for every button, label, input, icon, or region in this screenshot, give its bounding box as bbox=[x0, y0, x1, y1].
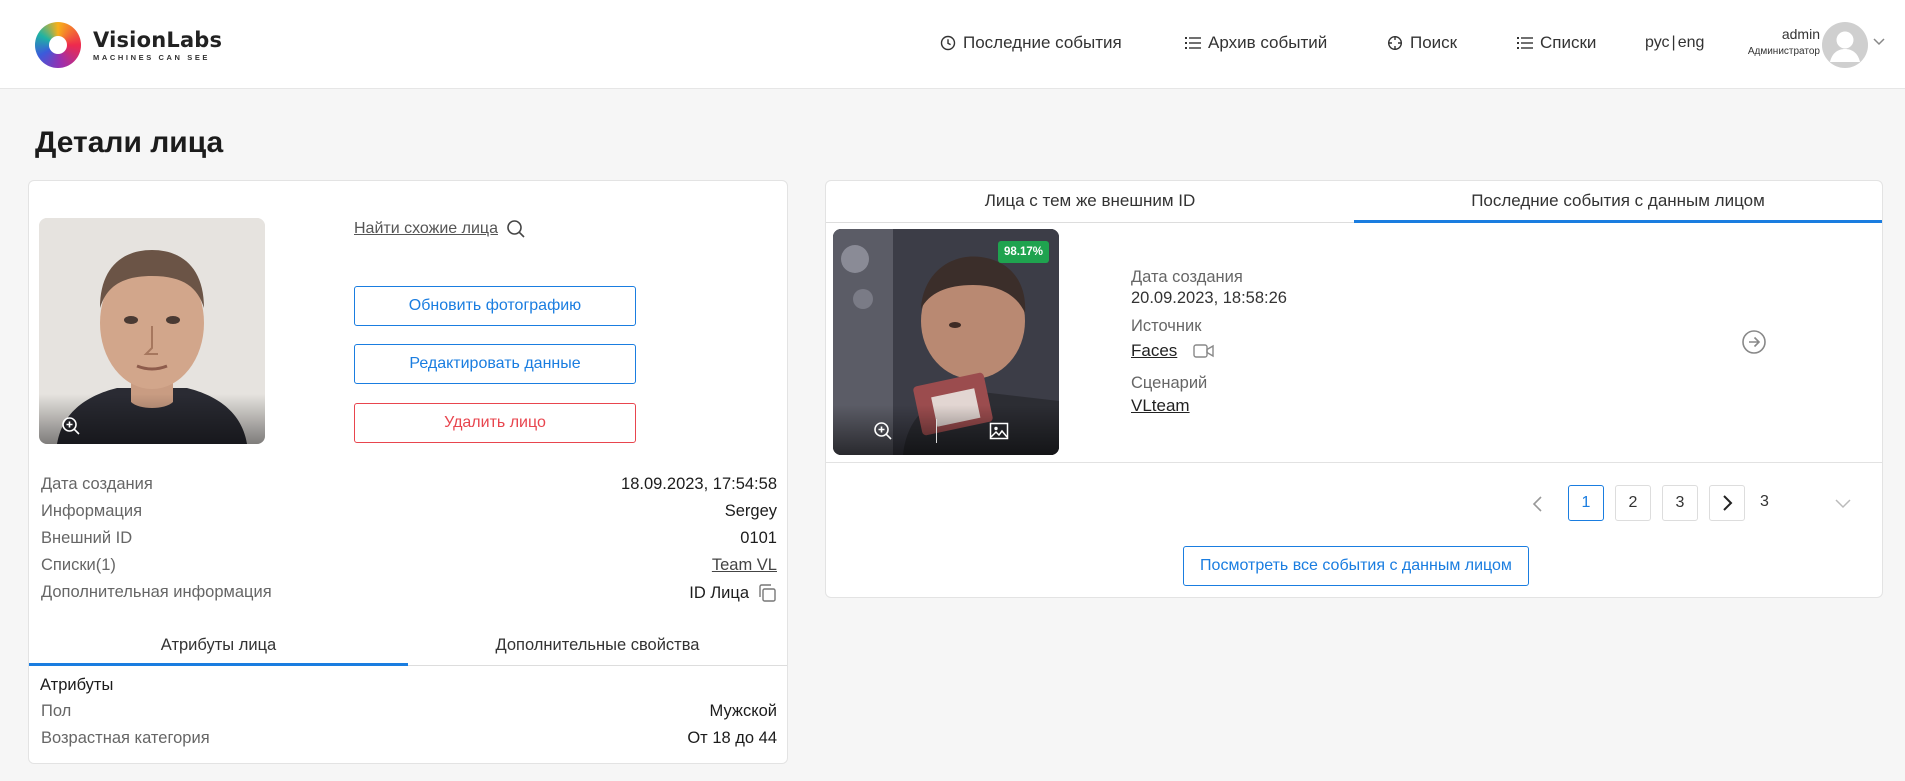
zoom-in-icon[interactable] bbox=[61, 416, 81, 436]
divider bbox=[826, 462, 1882, 463]
language-switch: рус | eng bbox=[1645, 34, 1705, 51]
user-info: admin Администратор bbox=[1740, 26, 1820, 57]
chevron-left-icon[interactable] bbox=[1532, 496, 1544, 512]
nav-search[interactable]: Поиск bbox=[1387, 33, 1457, 53]
lang-en[interactable]: eng bbox=[1678, 34, 1705, 51]
event-scenario: Сценарий VLteam bbox=[1131, 374, 1207, 416]
info-row-additional: Дополнительная информация ID Лица bbox=[41, 583, 777, 603]
info-value: ID Лица bbox=[689, 583, 749, 602]
image-icon[interactable] bbox=[989, 421, 1009, 441]
chevron-down-icon[interactable] bbox=[1835, 499, 1851, 509]
face-photo[interactable] bbox=[39, 218, 265, 444]
find-similar-label: Найти схожие лица bbox=[354, 220, 498, 237]
search-icon bbox=[507, 220, 525, 238]
user-role: Администратор bbox=[1747, 46, 1820, 57]
chevron-down-icon[interactable] bbox=[1873, 38, 1885, 46]
pagination: 1 2 3 3 bbox=[826, 485, 1882, 525]
chevron-right-icon bbox=[1723, 495, 1733, 511]
face-details-card: Найти схожие лица Обновить фотографию Ре… bbox=[28, 180, 788, 764]
info-value: 18.09.2023, 17:54:58 bbox=[621, 475, 777, 493]
info-label: Дополнительная информация bbox=[41, 583, 272, 601]
crosshair-icon bbox=[1387, 35, 1403, 51]
update-photo-button[interactable]: Обновить фотографию bbox=[354, 286, 636, 326]
find-similar-link[interactable]: Найти схожие лица bbox=[354, 219, 526, 239]
attr-row-gender: Пол Мужской bbox=[41, 702, 777, 721]
lang-ru[interactable]: рус bbox=[1645, 34, 1670, 51]
next-page-button[interactable] bbox=[1709, 485, 1745, 521]
page-button-2[interactable]: 2 bbox=[1615, 485, 1651, 521]
brand-logo-icon bbox=[35, 22, 81, 68]
nav-lists-label: Списки bbox=[1540, 33, 1597, 52]
tab-face-attributes[interactable]: Атрибуты лица bbox=[29, 626, 408, 666]
info-label: Внешний ID bbox=[41, 529, 133, 547]
attributes-title: Атрибуты bbox=[40, 676, 114, 694]
user-name: admin bbox=[1781, 26, 1820, 42]
events-card: Лица с тем же внешним ID Последние событ… bbox=[825, 180, 1883, 598]
info-value: 0101 bbox=[740, 529, 777, 547]
info-value: Sergey bbox=[724, 502, 777, 520]
attr-label: Пол bbox=[41, 702, 72, 720]
event-source: Источник Faces bbox=[1131, 317, 1215, 361]
brand-name: VisionLabs bbox=[93, 27, 223, 52]
nav-lists[interactable]: Списки bbox=[1517, 33, 1596, 53]
event-created-value: 20.09.2023, 18:58:26 bbox=[1131, 289, 1287, 307]
info-row-lists: Списки(1) Team VL bbox=[41, 556, 777, 575]
avatar[interactable] bbox=[1822, 22, 1868, 68]
clock-icon bbox=[940, 35, 956, 51]
attr-value: Мужской bbox=[709, 702, 777, 720]
nav-search-label: Поиск bbox=[1410, 33, 1458, 52]
events-tabs: Лица с тем же внешним ID Последние событ… bbox=[826, 181, 1882, 223]
score-badge: 98.17% bbox=[997, 241, 1049, 263]
event-created-label: Дата создания bbox=[1131, 268, 1243, 286]
tab-additional-properties[interactable]: Дополнительные свойства bbox=[408, 626, 787, 665]
copy-icon[interactable] bbox=[757, 583, 777, 603]
brand-tagline: MACHINES CAN SEE bbox=[93, 52, 211, 62]
view-all-events-button[interactable]: Посмотреть все события с данным лицом bbox=[1183, 546, 1529, 586]
total-pages: 3 bbox=[1760, 493, 1769, 510]
video-camera-icon bbox=[1193, 344, 1214, 358]
attr-row-age: Возрастная категория От 18 до 44 bbox=[41, 729, 777, 748]
page-title: Детали лица bbox=[35, 126, 224, 159]
page-button-3[interactable]: 3 bbox=[1662, 485, 1698, 521]
nav-events-archive-label: Архив событий bbox=[1208, 33, 1328, 52]
tab-recent-events[interactable]: Последние события с данным лицом bbox=[1354, 181, 1882, 223]
info-row-information: Информация Sergey bbox=[41, 502, 777, 521]
event-photo[interactable]: 98.17% bbox=[833, 229, 1059, 455]
info-row-created: Дата создания 18.09.2023, 17:54:58 bbox=[41, 475, 777, 494]
nav-recent-events[interactable]: Последние события bbox=[940, 33, 1122, 53]
attr-label: Возрастная категория bbox=[41, 729, 210, 747]
face-tabs: Атрибуты лица Дополнительные свойства bbox=[29, 626, 787, 666]
attr-value: От 18 до 44 bbox=[687, 729, 777, 747]
zoom-in-icon[interactable] bbox=[873, 421, 893, 441]
edit-data-button[interactable]: Редактировать данные bbox=[354, 344, 636, 384]
info-row-external-id: Внешний ID 0101 bbox=[41, 529, 777, 548]
list-link[interactable]: Team VL bbox=[712, 556, 777, 575]
info-label: Списки(1) bbox=[41, 556, 116, 574]
nav-recent-events-label: Последние события bbox=[963, 33, 1122, 52]
event-created: Дата создания 20.09.2023, 18:58:26 bbox=[1131, 268, 1287, 308]
nav-events-archive[interactable]: Архив событий bbox=[1185, 33, 1327, 53]
event-source-label: Источник bbox=[1131, 317, 1202, 335]
top-header: VisionLabs MACHINES CAN SEE Последние со… bbox=[0, 0, 1905, 89]
list-icon bbox=[1517, 37, 1533, 49]
tab-same-external-id[interactable]: Лица с тем же внешним ID bbox=[826, 181, 1354, 222]
event-scenario-label: Сценарий bbox=[1131, 374, 1208, 392]
info-label: Информация bbox=[41, 502, 143, 520]
list-icon bbox=[1185, 37, 1201, 49]
page-button-1[interactable]: 1 bbox=[1568, 485, 1604, 521]
event-scenario-link[interactable]: VLteam bbox=[1131, 396, 1207, 416]
arrow-right-circle-icon[interactable] bbox=[1741, 329, 1767, 355]
event-source-link[interactable]: Faces bbox=[1131, 341, 1177, 361]
info-label: Дата создания bbox=[41, 475, 153, 493]
delete-face-button[interactable]: Удалить лицо bbox=[354, 403, 636, 443]
brand-logo[interactable]: VisionLabs MACHINES CAN SEE bbox=[35, 22, 222, 68]
